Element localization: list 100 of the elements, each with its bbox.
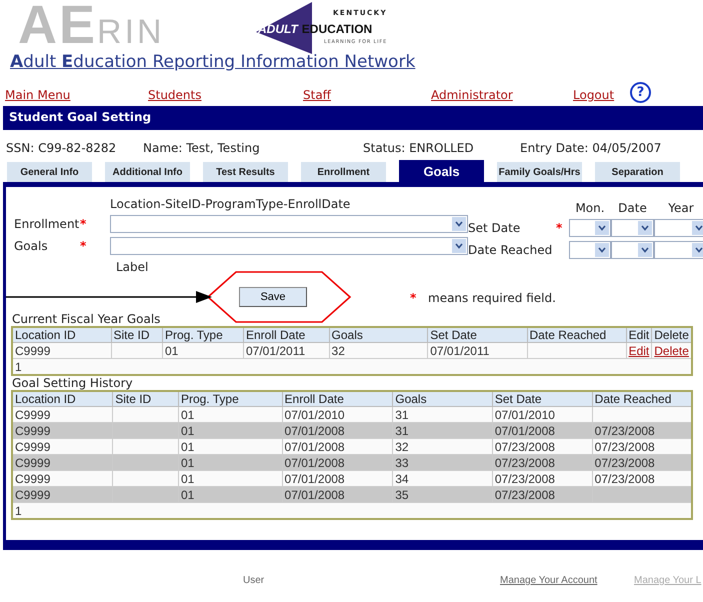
pager-link[interactable]: 1 [15,504,22,518]
column-header: Goals [392,391,492,406]
table-cell: 07/23/2008 [594,472,655,486]
table-cell: 34 [395,472,409,486]
nav-link[interactable]: Logout [573,88,614,102]
required-mark: * [410,291,416,305]
nav-link[interactable]: Administrator [431,88,513,102]
tab[interactable]: General Info [7,162,92,182]
table-cell: 01 [180,440,194,454]
section-title: Current Fiscal Year Goals [11,312,162,326]
nav-link[interactable]: Main Menu [5,88,70,102]
student-info: Status: ENROLLED [363,141,474,155]
dropdown-field[interactable] [569,241,611,259]
table-cell: 07/23/2008 [494,472,555,486]
dropdown-field[interactable] [611,241,654,259]
tab[interactable]: Goals [399,160,484,182]
table-cell: C9999 [15,408,50,422]
site-logo: AERIN [18,0,165,50]
column-header: Enroll Date [282,391,393,406]
save-button[interactable]: Save [239,287,307,307]
table-cell: C9999 [15,440,50,454]
tab[interactable]: Test Results [203,162,288,182]
field-label: Enrollment [13,217,80,231]
field-label: Label [115,259,150,274]
table-cell: 01 [180,408,194,422]
table-cell: C9999 [15,472,50,486]
required-mark: * [80,217,88,231]
column-header: Delete [652,327,692,342]
required-note: means required field. [428,291,556,305]
field-hint: Location-SiteID-ProgramType-EnrollDate [109,196,352,213]
table-cell: 33 [395,456,409,470]
column-header: Site ID [111,327,162,342]
tab[interactable]: Separation [595,162,680,182]
footer-text: User [243,575,264,586]
tab[interactable]: Family Goals/Hrs [497,162,582,182]
table-cell: 07/23/2008 [494,456,555,470]
table-cell: 07/01/2008 [494,424,555,438]
table-cell: 07/23/2008 [594,424,655,438]
table-cell: 01 [164,344,178,358]
table-cell: 01 [180,456,194,470]
column-label: Mon. [574,201,606,217]
dropdown-field[interactable] [110,237,468,255]
table-cell: 31 [395,408,409,422]
required-mark: * [556,221,562,235]
table-cell: C9999 [15,456,50,470]
table-cell: 32 [332,344,345,358]
column-header: Edit [626,327,652,342]
column-header: Prog. Type [162,327,244,342]
column-header: Location ID [12,391,113,406]
column-header: Goals [329,327,428,342]
student-info: Name: Test, Testing [143,141,260,155]
table-cell: 07/01/2008 [284,472,345,486]
column-header: Prog. Type [178,391,282,406]
table-cell: 32 [395,440,409,454]
table-cell: 07/01/2011 [430,344,490,358]
column-header: Location ID [12,327,111,342]
footer-link[interactable]: Manage Your Account [500,575,598,586]
field-label: Date Reached [468,243,554,257]
table-cell: 31 [395,424,409,438]
column-header: Set Date [428,327,528,342]
column-header: Enroll Date [243,327,330,342]
dropdown-field[interactable] [569,219,611,237]
column-header: Site ID [112,391,178,406]
table-cell: 01 [180,424,194,438]
student-info: SSN: C99-82-8282 [6,141,116,155]
nav-link[interactable]: Students [148,88,202,102]
required-mark: * [80,239,88,253]
table-cell: 07/01/2010 [284,408,345,422]
dropdown-field[interactable] [611,219,654,237]
table-cell: 01 [180,488,194,502]
table-cell: 07/01/2008 [284,456,345,470]
table-cell: 01 [180,472,194,486]
tab[interactable]: Enrollment [301,162,386,182]
dropdown-field[interactable] [110,215,468,233]
table-cell: 07/23/2008 [594,440,655,454]
help-icon[interactable]: ? [630,82,651,103]
column-header: Date Reached [592,391,692,406]
nav-link[interactable]: Staff [303,88,331,102]
dropdown-field[interactable] [654,219,703,237]
column-header: Set Date [492,391,592,406]
table-cell: C9999 [15,424,50,438]
dropdown-field[interactable] [654,241,703,259]
field-label: Set Date [468,221,522,235]
table-cell: 07/01/2008 [284,424,345,438]
tab[interactable]: Additional Info [105,162,190,182]
table-cell: 35 [395,488,409,502]
student-info: Entry Date: 04/05/2007 [520,141,662,155]
page-title: Student Goal Setting [9,110,152,124]
table-cell: 07/01/2008 [284,440,345,454]
pager-link[interactable]: 1 [15,360,22,374]
table-cell: 07/01/2010 [494,408,555,422]
column-header: Date Reached [527,327,626,342]
table-cell: C9999 [15,488,50,502]
table-cell: 07/23/2008 [494,440,555,454]
table-cell: 07/23/2008 [494,488,555,502]
table-cell: 07/01/2011 [246,344,306,358]
column-label: Date [617,201,648,217]
site-title-link[interactable]: Adult Education Reporting Information Network [10,52,416,72]
column-label: Year [667,201,695,217]
field-label: Goals [13,239,49,253]
